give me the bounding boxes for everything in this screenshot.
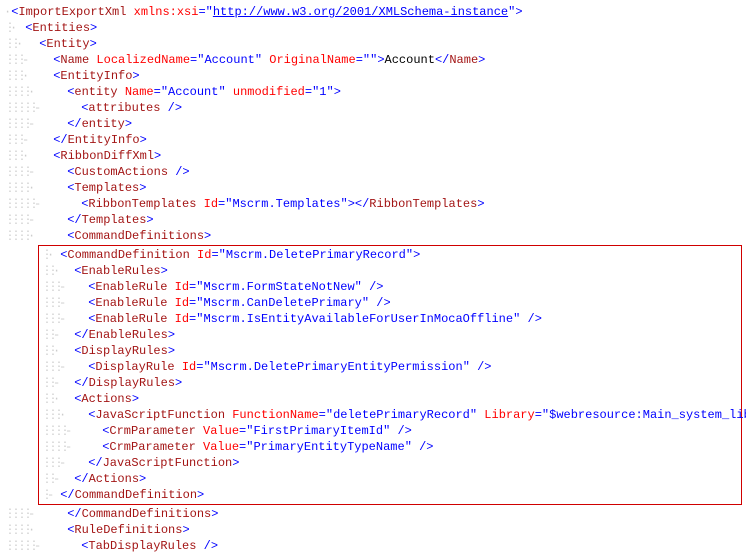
xml-line: ⋮⋮⋮⋮⋮-<RibbonTemplates Id="Mscrm.Templat… (4, 196, 742, 212)
xml-line: ⋮⋮⋮·<EntityInfo> (4, 68, 742, 84)
xml-line: ⋮⋮⋮-<Name LocalizedName="Account" Origin… (4, 52, 742, 68)
xml-line: ⋮·<Entities> (4, 20, 742, 36)
xml-line: ⋮⋮·<DisplayRules> (41, 343, 739, 359)
highlighted-block: ⋮·<CommandDefinition Id="Mscrm.DeletePri… (38, 245, 742, 505)
xml-line: ⋮⋮⋮⋮·<RuleDefinitions> (4, 522, 742, 538)
xml-line: ⋮⋮⋮-</EntityInfo> (4, 132, 742, 148)
xml-line: ·<ImportExportXml xmlns:xsi="http://www.… (4, 4, 742, 20)
xml-line: ⋮⋮·<EnableRules> (41, 263, 739, 279)
xml-line: ⋮⋮⋮-<EnableRule Id="Mscrm.IsEntityAvaila… (41, 311, 739, 327)
xml-line: ⋮⋮·<Entity> (4, 36, 742, 52)
xml-line: ⋮⋮⋮⋮-</CommandDefinitions> (4, 506, 742, 522)
xml-line: ⋮⋮⋮⋮·<Templates> (4, 180, 742, 196)
xml-line: ⋮⋮⋮⋮-<CrmParameter Value="FirstPrimaryIt… (41, 423, 739, 439)
xml-line: ⋮⋮⋮-<EnableRule Id="Mscrm.FormStateNotNe… (41, 279, 739, 295)
xml-line: ⋮⋮-</EnableRules> (41, 327, 739, 343)
xml-line: ⋮⋮·<Actions> (41, 391, 739, 407)
xml-editor[interactable]: ·<ImportExportXml xmlns:xsi="http://www.… (4, 4, 742, 554)
xml-line: ⋮⋮⋮-</JavaScriptFunction> (41, 455, 739, 471)
xml-line: ⋮-</CommandDefinition> (41, 487, 739, 503)
xml-line: ⋮⋮⋮-<EnableRule Id="Mscrm.CanDeletePrima… (41, 295, 739, 311)
xml-line: ⋮⋮⋮⋮-<CustomActions /> (4, 164, 742, 180)
xml-line: ⋮⋮-</Actions> (41, 471, 739, 487)
xml-line: ⋮⋮⋮⋮⋮-<TabDisplayRules /> (4, 538, 742, 554)
xml-line: ⋮⋮-</DisplayRules> (41, 375, 739, 391)
xml-line: ⋮·<CommandDefinition Id="Mscrm.DeletePri… (41, 247, 739, 263)
xml-line: ⋮⋮⋮⋮⋮-<attributes /> (4, 100, 742, 116)
xml-line: ⋮⋮⋮⋮·<CommandDefinitions> (4, 228, 742, 244)
xml-line: ⋮⋮⋮-<DisplayRule Id="Mscrm.DeletePrimary… (41, 359, 739, 375)
xml-line: ⋮⋮⋮·<RibbonDiffXml> (4, 148, 742, 164)
xml-line: ⋮⋮⋮·<JavaScriptFunction FunctionName="de… (41, 407, 739, 423)
xml-line: ⋮⋮⋮⋮·<entity Name="Account" unmodified="… (4, 84, 742, 100)
xml-line: ⋮⋮⋮⋮-</Templates> (4, 212, 742, 228)
xml-line: ⋮⋮⋮⋮-<CrmParameter Value="PrimaryEntityT… (41, 439, 739, 455)
xml-line: ⋮⋮⋮⋮-</entity> (4, 116, 742, 132)
